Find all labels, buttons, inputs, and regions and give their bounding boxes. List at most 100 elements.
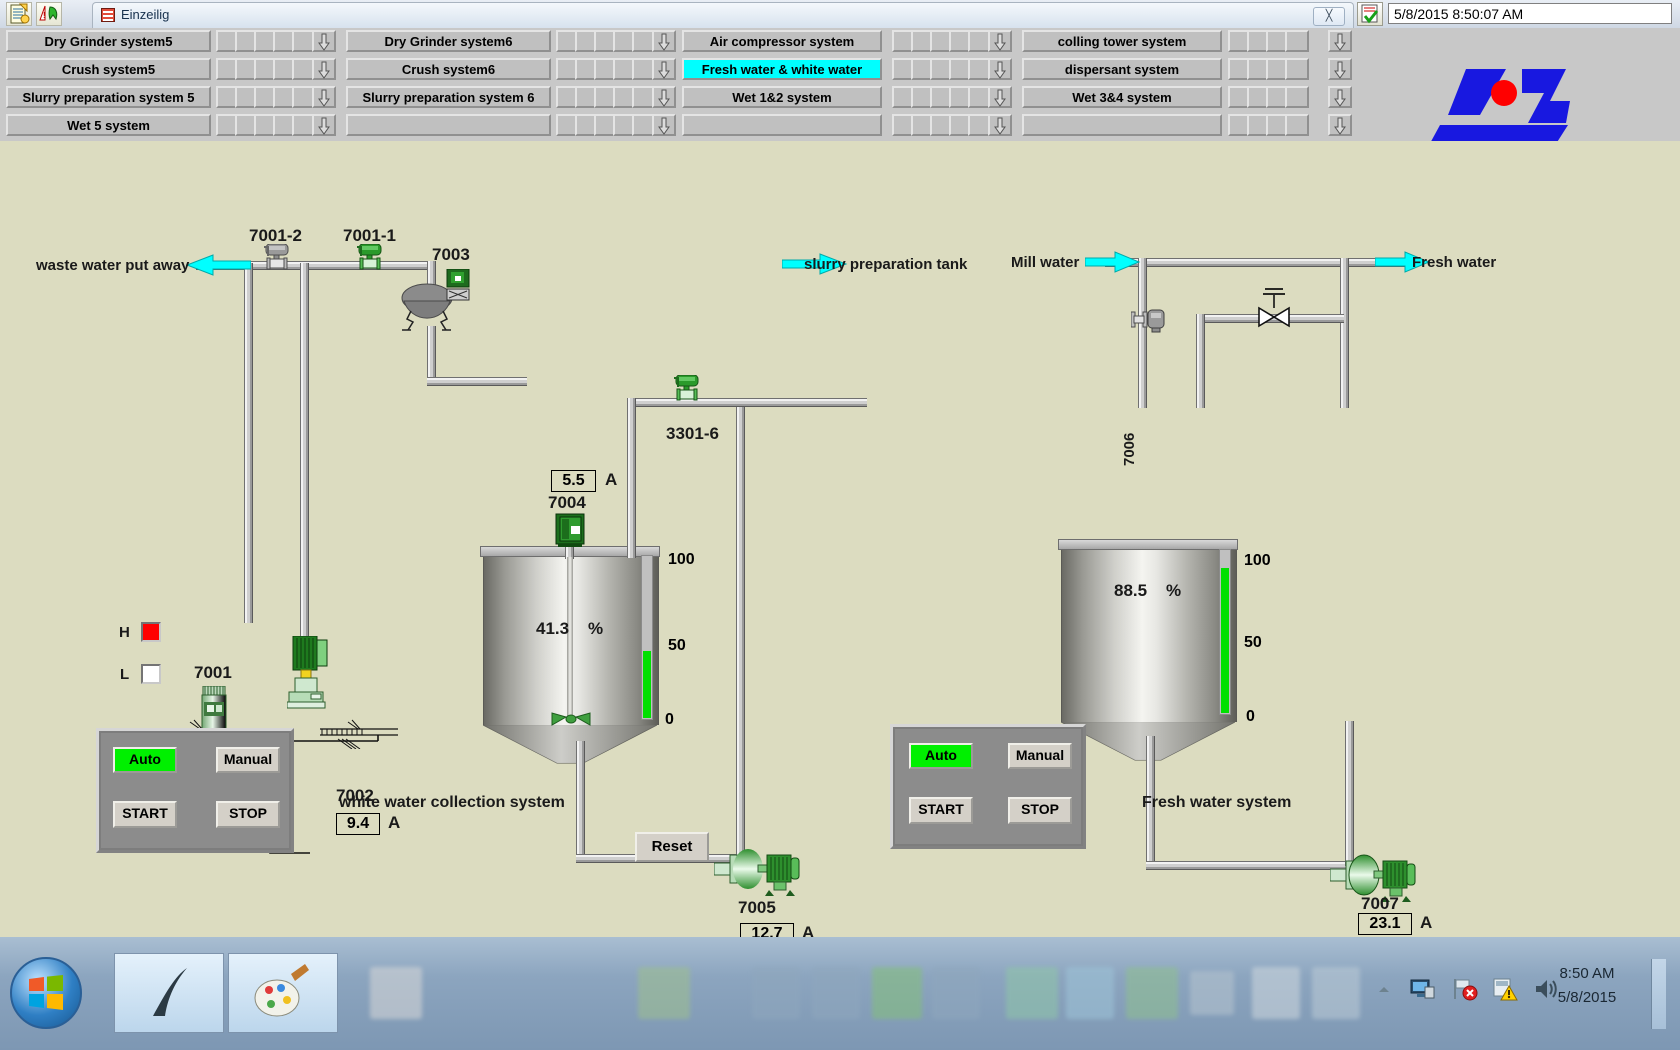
menu-dropdown-arrow-icon[interactable] — [312, 30, 336, 52]
left-auto-button[interactable]: Auto — [113, 747, 177, 773]
taskbar-icon-placeholder-2[interactable] — [638, 967, 690, 1019]
menu-dropdown-arrow-icon[interactable] — [652, 114, 676, 136]
new-report-icon[interactable] — [6, 2, 32, 26]
window-titlebar: ! Einzeilig ╳ 5/8/2015 8:50:07 AM — [0, 0, 1680, 29]
valve-3301-6-icon[interactable] — [668, 374, 704, 408]
pump-7002-icon[interactable] — [286, 635, 333, 716]
start-button[interactable] — [10, 957, 82, 1029]
menu-dropdown-arrow-icon[interactable] — [652, 86, 676, 108]
fw-scale-100: 100 — [1244, 552, 1271, 569]
menu-button-crush-system6[interactable]: Crush system6 — [346, 58, 551, 80]
left-start-button[interactable]: START — [113, 801, 177, 828]
menu-button-fresh-water-white-water[interactable]: Fresh water & white water — [682, 58, 882, 80]
menu-button-crush-system5[interactable]: Crush system5 — [6, 58, 211, 80]
menu-button-colling-tower-system[interactable]: colling tower system — [1022, 30, 1222, 52]
level-fill — [643, 650, 651, 718]
menu-button-slurry-preparation-system-5[interactable]: Slurry preparation system 5 — [6, 86, 211, 108]
system-datetime: 5/8/2015 8:50:07 AM — [1388, 3, 1672, 24]
agitator-7004-current: 5.5 — [551, 470, 596, 492]
left-manual-button[interactable]: Manual — [216, 747, 280, 773]
right-start-button[interactable]: START — [909, 797, 973, 824]
action-center-warning-icon[interactable] — [1492, 977, 1518, 1006]
reset-button[interactable]: Reset — [635, 832, 709, 862]
menu-dropdown-arrow-icon[interactable] — [312, 58, 336, 80]
menu-status-cell[interactable] — [1285, 58, 1309, 80]
taskbar-app-wincc[interactable] — [114, 953, 224, 1033]
menu-dropdown-arrow-icon[interactable] — [988, 58, 1012, 80]
menu-button-dry-grinder-system5[interactable]: Dry Grinder system5 — [6, 30, 211, 52]
menu-dropdown-arrow-icon[interactable] — [652, 58, 676, 80]
right-stop-button[interactable]: STOP — [1008, 797, 1072, 824]
menu-button-slurry-preparation-system-6[interactable]: Slurry preparation system 6 — [346, 86, 551, 108]
valve-7001-2-icon[interactable] — [258, 243, 294, 277]
tag-7001-2: 7001-2 — [249, 226, 302, 245]
menu-status-cell[interactable] — [1285, 30, 1309, 52]
menu-dropdown-arrow-icon[interactable] — [652, 30, 676, 52]
acknowledge-icon[interactable] — [1357, 2, 1383, 26]
ww-scale-50: 50 — [668, 637, 686, 654]
taskbar-icon-placeholder-11[interactable] — [1252, 967, 1300, 1019]
network-icon[interactable] — [1410, 977, 1436, 1006]
agitator-7004-motor-icon[interactable] — [555, 513, 587, 552]
network-error-icon[interactable] — [1452, 977, 1478, 1006]
level-low-label: L — [120, 666, 130, 683]
menu-button-wet-5-system[interactable]: Wet 5 system — [6, 114, 211, 136]
pump-7007-unit: A — [1420, 913, 1433, 932]
close-tab-button[interactable]: ╳ — [1313, 7, 1345, 26]
show-desktop-button[interactable] — [1651, 959, 1666, 1029]
tray-expand-icon[interactable] — [1376, 983, 1392, 1001]
fw-level-unit: % — [1166, 581, 1182, 600]
right-auto-button[interactable]: Auto — [909, 743, 973, 769]
valve-7006-icon[interactable] — [1130, 304, 1175, 343]
menu-dropdown-arrow-icon[interactable] — [1328, 86, 1352, 108]
pump-7005-icon[interactable] — [713, 841, 800, 902]
tray-clock-date[interactable]: 5/8/2015 — [1532, 985, 1642, 1011]
taskbar-icon-placeholder-9[interactable] — [1126, 967, 1178, 1019]
menu-button-empty-1-3[interactable] — [346, 114, 551, 136]
menu-status-cell[interactable] — [1285, 86, 1309, 108]
right-manual-button[interactable]: Manual — [1008, 743, 1072, 769]
ww-scale-100: 100 — [668, 551, 695, 568]
taskbar-icon-placeholder-7[interactable] — [1006, 967, 1058, 1019]
tag-7003: 7003 — [432, 245, 470, 264]
document-tab[interactable]: Einzeilig ╳ — [92, 2, 1354, 28]
level-high-label: H — [119, 624, 130, 641]
taskbar-icon-placeholder-6[interactable] — [932, 967, 980, 1019]
taskbar-icon-placeholder-8[interactable] — [1066, 967, 1114, 1019]
alarm-export-icon[interactable]: ! — [36, 2, 62, 26]
taskbar-icon-placeholder-1[interactable] — [370, 967, 422, 1019]
manual-butterfly-valve-icon — [1243, 288, 1305, 335]
taskbar-icon-placeholder-3[interactable] — [752, 967, 800, 1019]
menu-button-dry-grinder-system6[interactable]: Dry Grinder system6 — [346, 30, 551, 52]
valve-7001-1-icon[interactable] — [351, 243, 387, 277]
taskbar-icon-placeholder-5[interactable] — [872, 967, 922, 1019]
menu-button-wet-1-2-system[interactable]: Wet 1&2 system — [682, 86, 882, 108]
menu-dropdown-arrow-icon[interactable] — [1328, 30, 1352, 52]
menu-dropdown-arrow-icon[interactable] — [988, 114, 1012, 136]
menu-status-cell[interactable] — [1285, 114, 1309, 136]
left-system-title: white water collection system — [339, 794, 565, 811]
menu-dropdown-arrow-icon[interactable] — [988, 86, 1012, 108]
taskbar-icon-placeholder-12[interactable] — [1312, 967, 1360, 1019]
menu-button-air-compressor-system[interactable]: Air compressor system — [682, 30, 882, 52]
left-stop-button[interactable]: STOP — [216, 801, 280, 828]
menu-dropdown-arrow-icon[interactable] — [312, 114, 336, 136]
pump-7002-current: 9.4 — [336, 813, 380, 835]
windows-taskbar: 8:50 AM 5/8/2015 — [0, 937, 1680, 1050]
menu-dropdown-arrow-icon[interactable] — [312, 86, 336, 108]
taskbar-icon-placeholder-10[interactable] — [1190, 971, 1234, 1015]
menu-button-empty-2-3[interactable] — [682, 114, 882, 136]
tag-7006: 7006 — [1121, 432, 1138, 466]
tank-body — [1061, 550, 1237, 722]
taskbar-app-paint[interactable] — [228, 953, 338, 1033]
valve-actuator-7003-icon[interactable] — [445, 268, 471, 312]
menu-dropdown-arrow-icon[interactable] — [988, 30, 1012, 52]
menu-dropdown-arrow-icon[interactable] — [1328, 114, 1352, 136]
menu-dropdown-arrow-icon[interactable] — [1328, 58, 1352, 80]
menu-button-empty-3-3[interactable] — [1022, 114, 1222, 136]
menu-button-wet-3-4-system[interactable]: Wet 3&4 system — [1022, 86, 1222, 108]
level-high-indicator — [141, 622, 161, 642]
menu-button-dispersant-system[interactable]: dispersant system — [1022, 58, 1222, 80]
taskbar-icon-placeholder-4[interactable] — [812, 967, 860, 1019]
tray-clock-time[interactable]: 8:50 AM — [1532, 961, 1642, 987]
